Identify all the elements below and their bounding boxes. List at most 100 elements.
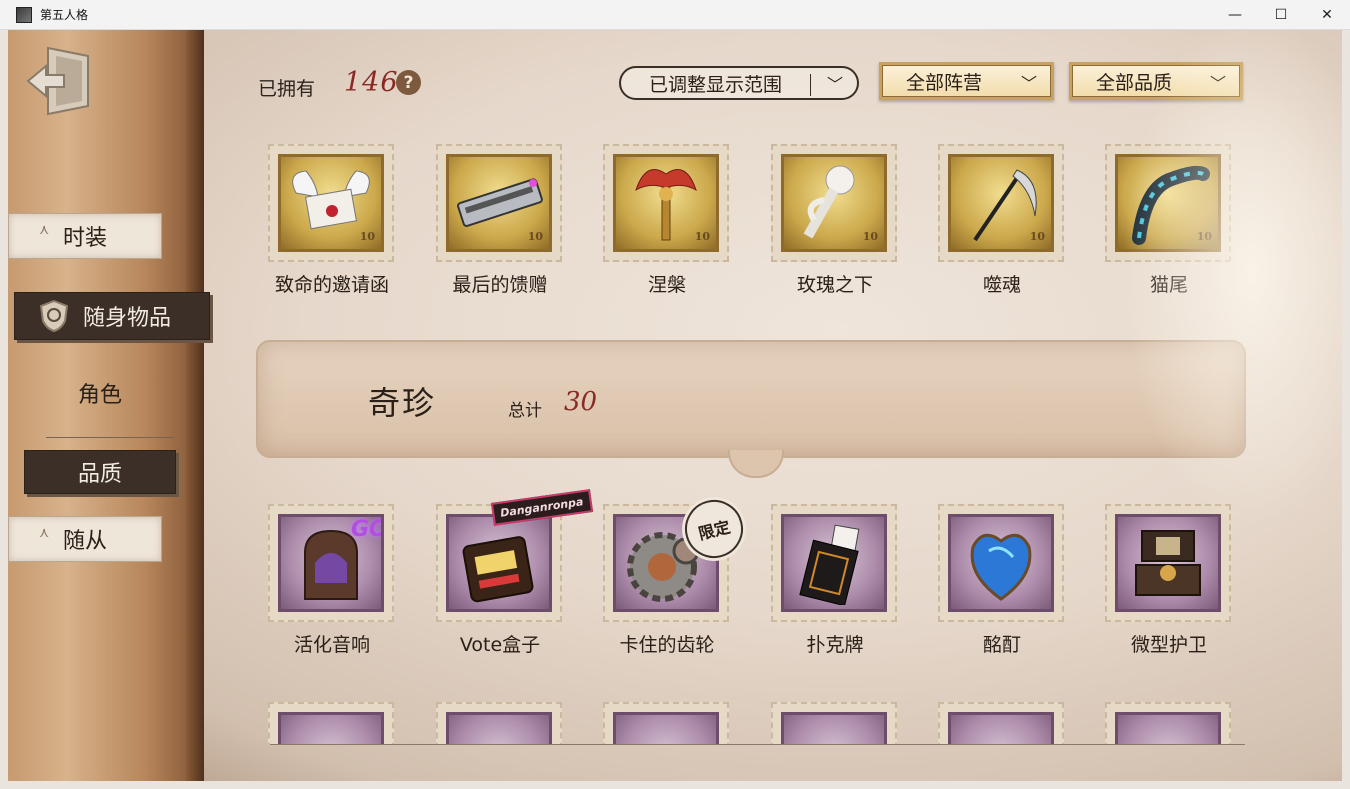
app-icon bbox=[16, 6, 32, 23]
item-name: 卡住的齿轮 bbox=[619, 634, 715, 656]
sidebar-item-label: 随身物品 bbox=[83, 306, 172, 331]
previous-row-clipped: ▁▁ ▁▁ ▁▁▁ ▁▁▁ ▁▁ ▁▁▁▁ bbox=[263, 102, 1253, 114]
close-button[interactable]: ✕ bbox=[1304, 0, 1350, 30]
item-card-cat-tail[interactable]: 10 猫尾 bbox=[1099, 144, 1239, 296]
sidebar-item-costume[interactable]: ⋏ 时装 bbox=[8, 213, 162, 259]
quality-filter-label: 全部品质 bbox=[1096, 71, 1173, 94]
tag-ornament-icon: ⋏ bbox=[39, 525, 50, 541]
sidebar-item-quality[interactable]: 品质 bbox=[24, 450, 176, 494]
tag-ornament-icon: ⋏ bbox=[39, 222, 50, 238]
item-card-final-gift[interactable]: 10 最后的馈赠 bbox=[430, 144, 570, 296]
purple-stamp-frame bbox=[771, 504, 897, 622]
stamp-inner: 10 bbox=[446, 154, 552, 252]
stamp-inner: 10 bbox=[613, 154, 719, 252]
gold-stamp-frame: 10 bbox=[938, 144, 1064, 262]
item-card-nirvana[interactable]: 10 涅槃 bbox=[597, 144, 737, 296]
clipped-item-name: ▁▁▁ bbox=[656, 102, 700, 114]
sidebar-item-label: 时装 bbox=[62, 226, 107, 251]
stamp-value: 10 bbox=[527, 230, 543, 243]
item-name: 微型护卫 bbox=[1130, 634, 1207, 656]
playing-cards-icon bbox=[799, 524, 860, 605]
sidebar-panel: ⋏ 时装 随身物品 角色 品质 ⋏ 随从 bbox=[8, 30, 210, 781]
camp-filter-label: 全部阵营 bbox=[906, 71, 983, 94]
shield-icon bbox=[39, 299, 69, 333]
window-titlebar: 第五人格 — ☐ ✕ bbox=[0, 0, 1350, 30]
stamp-value: 10 bbox=[1029, 230, 1045, 243]
stamp-inner: 10 bbox=[1115, 154, 1221, 252]
item-name: 玫瑰之下 bbox=[796, 274, 873, 296]
section-total-label: 总计 bbox=[508, 401, 542, 421]
item-name: 致命的邀请函 bbox=[274, 274, 389, 296]
chevron-down-icon: ﹀ bbox=[826, 75, 843, 94]
item-card-stuck-gear[interactable]: 限定 卡住的齿轮 bbox=[597, 493, 750, 656]
stamp-inner bbox=[781, 514, 887, 612]
owned-count: 146 bbox=[344, 67, 399, 98]
window-title: 第五人格 bbox=[40, 8, 89, 22]
sidebar-item-follower[interactable]: ⋏ 随从 bbox=[8, 516, 162, 562]
item-card-vote-box[interactable]: Danganronpa Vote盒子 bbox=[430, 489, 593, 656]
slot-machine-icon bbox=[462, 536, 534, 603]
sidebar-divider bbox=[46, 437, 174, 438]
purple-stamp-frame bbox=[1105, 504, 1231, 622]
next-row-clipped bbox=[256, 702, 1256, 744]
sidebar-item-accessories[interactable]: 随身物品 bbox=[14, 292, 210, 340]
clipped-item-name: ▁▁▁ bbox=[823, 102, 867, 114]
purple-stamp-frame: GO! bbox=[268, 504, 394, 622]
owned-label: 已拥有 bbox=[258, 78, 316, 100]
gold-stamp-frame: 10 bbox=[436, 144, 562, 262]
section-title: 奇珍 bbox=[368, 384, 437, 422]
stamp-value: 10 bbox=[694, 230, 710, 243]
sidebar-item-label: 角色 bbox=[77, 383, 122, 408]
sidebar-item-character[interactable]: 角色 bbox=[38, 372, 162, 414]
item-name: 活化音响 bbox=[293, 634, 370, 656]
minimize-button[interactable]: — bbox=[1212, 0, 1258, 30]
chevron-down-icon: ﹀ bbox=[1020, 74, 1037, 93]
item-card-drunken[interactable]: 酩酊 bbox=[932, 504, 1072, 656]
item-name: 酩酊 bbox=[982, 634, 1021, 656]
item-card-active-jukebox[interactable]: GO! 活化音响 bbox=[262, 504, 402, 656]
game-viewport: ⋏ 时装 随身物品 角色 品质 ⋏ 随从 已拥有 146 ? 已调整显示范围 ﹀ bbox=[8, 30, 1342, 781]
item-card-playing-cards[interactable]: 扑克牌 bbox=[765, 504, 905, 656]
item-name: 扑克牌 bbox=[806, 634, 864, 656]
effect-text: GO! bbox=[351, 517, 381, 542]
chevron-down-icon: ﹀ bbox=[1209, 74, 1226, 93]
gold-stamp-frame: 10 bbox=[1105, 144, 1231, 262]
stamp-inner: 10 bbox=[781, 154, 887, 252]
purple-stamp-frame bbox=[436, 702, 562, 744]
purple-stamp-frame bbox=[268, 702, 394, 744]
sidebar-item-label: 随从 bbox=[62, 529, 107, 554]
range-filter-dropdown[interactable]: 已调整显示范围 ﹀ bbox=[619, 66, 859, 100]
stamp-inner: 10 bbox=[278, 154, 384, 252]
section-banner-rare: 奇珍 总计 30 bbox=[256, 340, 1246, 478]
stamp-inner: GO! bbox=[278, 514, 384, 612]
stamp-value: 10 bbox=[862, 230, 878, 243]
item-name: Vote盒子 bbox=[459, 634, 541, 656]
gold-stamp-frame: 10 bbox=[771, 144, 897, 262]
item-name: 猫尾 bbox=[1149, 274, 1188, 296]
exit-icon[interactable] bbox=[26, 44, 96, 118]
item-card-mini-guard[interactable]: 微型护卫 bbox=[1099, 504, 1239, 656]
stamp-inner bbox=[1115, 514, 1221, 612]
gold-stamp-frame: 10 bbox=[603, 144, 729, 262]
quality-filter-dropdown[interactable]: 全部品质 ﹀ bbox=[1069, 62, 1243, 100]
purple-stamp-frame bbox=[771, 702, 897, 744]
purple-stamp-frame bbox=[603, 702, 729, 744]
help-icon[interactable]: ? bbox=[396, 70, 421, 95]
book-spine bbox=[186, 30, 204, 781]
stamp-value: 10 bbox=[1196, 230, 1212, 243]
item-card-invitation[interactable]: 10 致命的邀请函 bbox=[262, 144, 402, 296]
item-card-under-the-rose[interactable]: 10 玫瑰之下 bbox=[765, 144, 905, 296]
harmonica-icon bbox=[457, 178, 543, 227]
clipped-item-name: ▁▁ bbox=[998, 102, 1028, 114]
dropdown-separator bbox=[810, 74, 811, 96]
item-card-soul-devour[interactable]: 10 噬魂 bbox=[932, 144, 1072, 296]
purple-stamp-frame bbox=[1105, 702, 1231, 744]
item-name: 涅槃 bbox=[647, 274, 686, 296]
list-bottom-divider bbox=[270, 744, 1245, 745]
window-controls: — ☐ ✕ bbox=[1212, 0, 1350, 30]
range-filter-label: 已调整显示范围 bbox=[649, 73, 783, 96]
camp-filter-dropdown[interactable]: 全部阵营 ﹀ bbox=[879, 62, 1054, 100]
stamp-inner: 10 bbox=[948, 154, 1054, 252]
maximize-button[interactable]: ☐ bbox=[1258, 0, 1304, 30]
gold-stamp-frame: 10 bbox=[268, 144, 394, 262]
